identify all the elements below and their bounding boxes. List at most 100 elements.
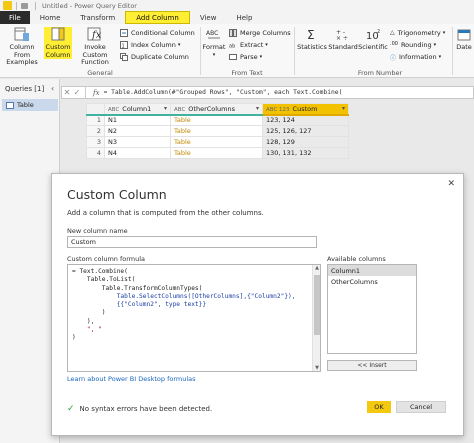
chevron-down-icon: ▾ (259, 54, 263, 60)
column-from-examples-label: Column From Examples (6, 43, 38, 66)
formula-line: Table.SelectColumns([OtherColumns],{"Col… (72, 292, 296, 300)
grid-cell-table-link[interactable]: Table (170, 147, 263, 159)
standard-button[interactable]: + - × ÷ Standard (328, 27, 358, 52)
dialog-title: Custom Column (67, 187, 167, 202)
conditional-column-icon (120, 29, 128, 37)
tab-home[interactable]: Home (30, 11, 71, 24)
statistics-label: Statistics (297, 43, 327, 51)
sigma-icon: Σ (307, 28, 315, 42)
insert-button[interactable]: << Insert (327, 360, 417, 371)
tab-file[interactable]: File (0, 11, 30, 24)
rounding-button[interactable]: .00 Rounding ▾ (390, 41, 436, 49)
group-separator (452, 27, 453, 75)
statistics-button[interactable]: Σ Statistics (296, 27, 328, 52)
index-column-button[interactable]: 1 Index Column ▾ (120, 41, 180, 49)
list-item[interactable]: OtherColumns (328, 276, 416, 287)
scroll-up-icon[interactable]: ▲ (313, 265, 321, 271)
data-grid: ABC Column1 ▾ ABC OtherColumns ▾ ABC 123 Cust… (86, 103, 349, 159)
column-header-custom[interactable]: ABC 123 Custom ▾ (262, 103, 349, 116)
index-column-label: Index Column (131, 41, 176, 49)
formula-line: Table.TransformColumnTypes( (72, 284, 203, 292)
custom-column-formula-editor[interactable]: = Text.Combine( Table.ToList( Table.Tran… (67, 264, 321, 372)
formula-separator (85, 87, 86, 98)
conditional-column-button[interactable]: Conditional Column (120, 29, 195, 37)
information-button[interactable]: ⓘ Information ▾ (390, 53, 441, 62)
ok-button[interactable]: OK (367, 401, 391, 413)
formula-line: {{"Column2", type text}} (72, 301, 207, 309)
grid-cell-table-link[interactable]: Table (170, 136, 263, 148)
svg-text:ABC: ABC (206, 30, 218, 37)
grid-cell[interactable]: N2 (104, 125, 171, 137)
query-item-table[interactable]: Table (2, 99, 58, 111)
tab-transform[interactable]: Transform (70, 11, 125, 24)
grid-corner[interactable] (86, 103, 105, 116)
grid-cell[interactable]: 123, 124 (262, 114, 349, 126)
custom-column-dialog: ✕ Custom Column Add a column that is com… (51, 173, 464, 436)
grid-cell[interactable]: N1 (104, 114, 171, 126)
column-from-examples-button[interactable]: Column From Examples (2, 27, 42, 67)
trigonometry-button[interactable]: △ Trigonometry ▾ (390, 29, 445, 37)
checkmark-icon: ✓ (67, 404, 75, 414)
any-type-icon[interactable]: ABC 123 (266, 107, 290, 113)
formula-text[interactable]: = Table.AddColumn(#"Grouped Rows", "Cust… (104, 89, 343, 96)
duplicate-column-button[interactable]: Duplicate Column (120, 53, 189, 61)
group-label-general: General (87, 69, 113, 77)
formula-bar: ✕ ✓ fx = Table.AddColumn(#"Grouped Rows"… (61, 86, 474, 99)
power-bi-logo-icon (3, 1, 12, 10)
grid-cell[interactable]: 128, 129 (262, 136, 349, 148)
scroll-down-icon[interactable]: ▼ (313, 365, 321, 371)
tab-view[interactable]: View (190, 11, 227, 24)
format-button[interactable]: ABC Format ▾ (202, 27, 226, 59)
scientific-button[interactable]: 10 2 Scientific (358, 27, 388, 52)
scientific-label: Scientific (358, 43, 388, 51)
column-from-examples-icon (14, 27, 29, 41)
new-column-name-input[interactable]: Custom (67, 236, 317, 248)
filter-dropdown-icon[interactable]: ▾ (256, 105, 259, 112)
index-column-icon: 1 (120, 41, 128, 49)
scroll-thumb[interactable] (314, 275, 320, 335)
parse-button[interactable]: Parse ▾ (229, 53, 262, 61)
extract-button[interactable]: ab Extract ▾ (229, 41, 268, 49)
text-type-icon[interactable]: ABC (174, 107, 185, 113)
grid-cell[interactable]: N4 (104, 147, 171, 159)
grid-cell[interactable]: 125, 126, 127 (262, 125, 349, 137)
invoke-custom-function-button[interactable]: fx Invoke Custom Function (74, 27, 116, 67)
text-type-icon[interactable]: ABC (108, 107, 119, 113)
column-header-column1[interactable]: ABC Column1 ▾ (104, 103, 171, 116)
formula-label: Custom column formula (67, 255, 146, 263)
check-icon[interactable]: ✓ (72, 88, 82, 97)
merge-columns-button[interactable]: Merge Columns (229, 29, 291, 37)
grid-cell-table-link[interactable]: Table (170, 125, 263, 137)
cancel-button[interactable]: Cancel (396, 401, 446, 413)
dialog-description: Add a column that is computed from the o… (67, 209, 264, 217)
tab-add-column[interactable]: Add Column (125, 11, 190, 24)
collapse-chevron-icon[interactable]: ‹ (51, 84, 54, 93)
learn-formulas-link[interactable]: Learn about Power BI Desktop formulas (67, 375, 196, 383)
title-bar: Untitled - Power Query Editor (0, 0, 474, 11)
fx-icon: fx (93, 88, 100, 97)
formula-scrollbar[interactable]: ▲ ▼ (312, 265, 320, 371)
title-separator (16, 1, 17, 10)
grid-cell[interactable]: N3 (104, 136, 171, 148)
information-icon: ⓘ (390, 55, 397, 62)
grid-cell[interactable]: 130, 131, 132 (262, 147, 349, 159)
save-icon[interactable] (21, 2, 28, 9)
close-icon[interactable]: ✕ (62, 88, 72, 97)
svg-text:fx: fx (91, 30, 102, 41)
column-header-othercolumns[interactable]: ABC OtherColumns ▾ (170, 103, 263, 116)
column-header-label: Custom (292, 104, 318, 113)
list-item[interactable]: Column1 (328, 265, 416, 276)
date-label: Date (456, 43, 472, 51)
filter-dropdown-icon[interactable]: ▾ (164, 105, 167, 112)
close-icon[interactable]: ✕ (447, 179, 455, 189)
tab-help[interactable]: Help (226, 11, 262, 24)
custom-column-button[interactable]: Custom Column (44, 27, 72, 59)
format-icon: ABC (206, 30, 220, 39)
row-number: 3 (86, 136, 105, 148)
grid-cell-table-link[interactable]: Table (170, 114, 263, 126)
available-columns-label: Available columns (327, 255, 386, 263)
merge-columns-label: Merge Columns (240, 29, 291, 37)
filter-dropdown-icon[interactable]: ▾ (342, 105, 345, 112)
date-button[interactable]: Date (454, 27, 474, 52)
merge-columns-icon (229, 29, 237, 37)
